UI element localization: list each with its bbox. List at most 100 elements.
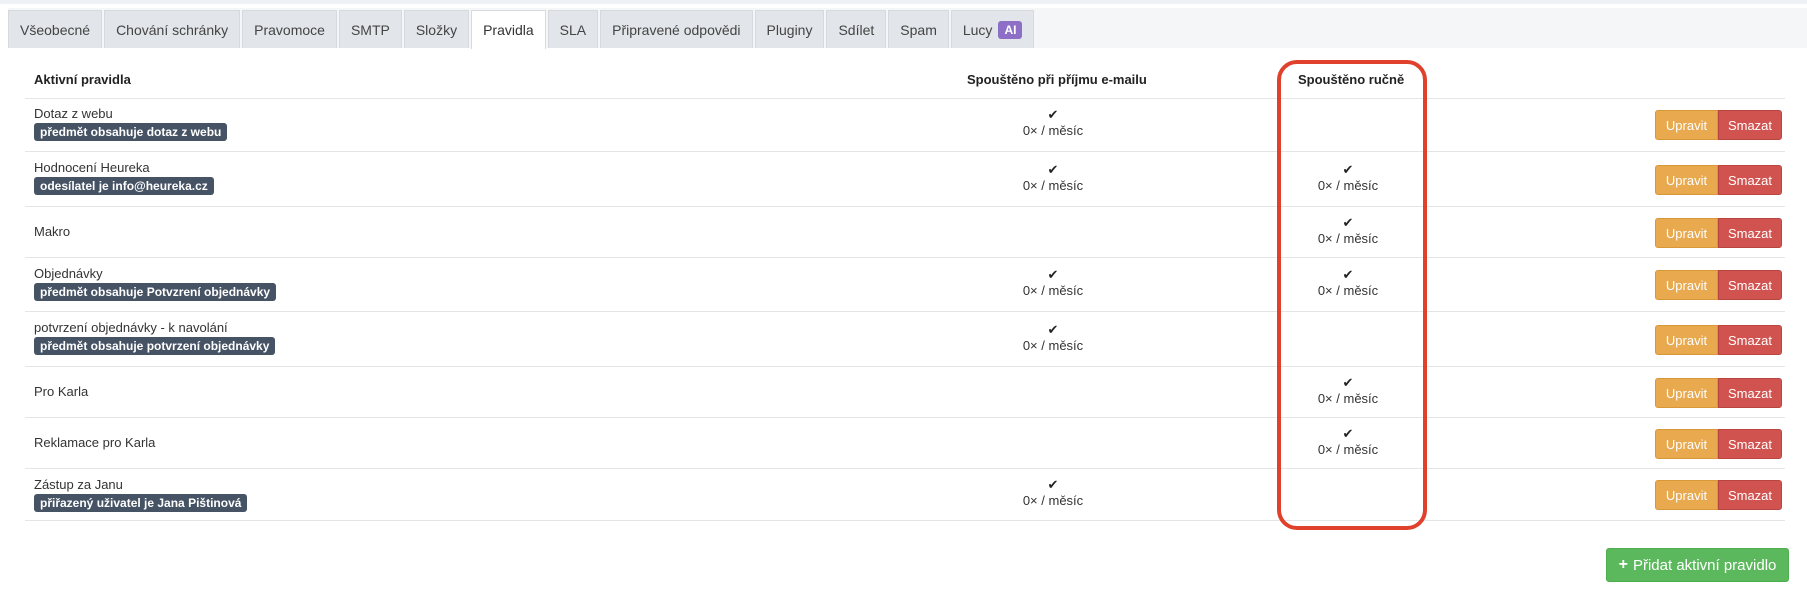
edit-rule-button[interactable]: Upravit: [1655, 218, 1718, 248]
tab-label: Všeobecné: [20, 21, 91, 38]
check-icon: ✔: [1342, 215, 1354, 230]
delete-rule-button[interactable]: Smazat: [1718, 480, 1782, 510]
manual-cell: ✔ 0× / měsíc: [1248, 267, 1448, 299]
manual-cell: ✔ 0× / měsíc: [1248, 162, 1448, 194]
table-row: Makro ✔ 0× / měsíc Upravit Smazat: [25, 207, 1785, 258]
edit-rule-button[interactable]: Upravit: [1655, 429, 1718, 459]
trigger-count: 0× / měsíc: [1022, 283, 1084, 298]
delete-rule-button[interactable]: Smazat: [1718, 325, 1782, 355]
check-icon: ✔: [1342, 162, 1354, 177]
table-row: odesílatel je info@heureka.cz Hodnocení H…: [25, 152, 1785, 207]
tab-10[interactable]: Sdílet: [826, 10, 887, 48]
edit-rule-button[interactable]: Upravit: [1655, 480, 1718, 510]
rule-name: Reklamace pro Karla: [34, 435, 156, 450]
edit-rule-button[interactable]: Upravit: [1655, 270, 1718, 300]
tab-12[interactable]: Lucy AI: [950, 10, 1035, 48]
delete-rule-button[interactable]: Smazat: [1718, 110, 1782, 140]
on-email-cell: ✔ 0× / měsíc: [953, 267, 1153, 299]
trigger-count: 0× / měsíc: [1022, 178, 1084, 193]
table-row: předmět obsahuje Potvzrení objednávky Obj…: [25, 258, 1785, 312]
check-icon: ✔: [1047, 267, 1059, 282]
tab-8[interactable]: Připravené odpovědi: [600, 10, 753, 48]
add-active-rule-button[interactable]: + Přidat aktivní pravidlo: [1606, 548, 1789, 582]
plus-icon: +: [1618, 556, 1628, 573]
table-row: Pro Karla ✔ 0× / měsíc Upravit Smazat: [25, 367, 1785, 418]
edit-rule-button[interactable]: Upravit: [1655, 110, 1718, 140]
trigger-count: 0× / měsíc: [1317, 178, 1379, 193]
manual-cell: ✔ 0× / měsíc: [1248, 426, 1448, 458]
table-row: předmět obsahuje potvrzení objednávky pot…: [25, 312, 1785, 367]
trigger-count: 0× / měsíc: [1022, 338, 1084, 353]
rule-name: Zástup za Janu: [34, 477, 123, 492]
rule-condition-badge: odesílatel je info@heureka.cz: [34, 177, 214, 195]
rule-condition-badge: předmět obsahuje potvrzení objednávky: [34, 337, 276, 355]
table-row: přiřazený uživatel je Jana Pištinová Zást…: [25, 469, 1785, 521]
tab-3[interactable]: Pravomoce: [242, 10, 337, 48]
tab-label: Chování schránky: [116, 21, 229, 38]
tab-6[interactable]: Pravidla: [471, 10, 546, 49]
tab-label: Pluginy: [766, 21, 813, 38]
on-email-cell: ✔ 0× / měsíc: [953, 107, 1153, 139]
tab-4[interactable]: SMTP: [338, 10, 402, 48]
rule-name: Dotaz z webu: [34, 106, 113, 121]
trigger-count: 0× / měsíc: [1022, 123, 1084, 138]
tab-5[interactable]: Složky: [403, 10, 470, 48]
tab-label: Připravené odpovědi: [612, 21, 741, 38]
tab-label: SLA: [559, 21, 587, 38]
rule-condition-badge: předmět obsahuje dotaz z webu: [34, 123, 228, 141]
tab-label: Spam: [900, 21, 937, 38]
tab-label: Pravomoce: [254, 21, 325, 38]
tab-2[interactable]: Chování schránky: [104, 10, 241, 48]
top-border: [0, 0, 1807, 4]
manual-cell: ✔ 0× / měsíc: [1248, 375, 1448, 407]
tab-11[interactable]: Spam: [888, 10, 949, 48]
delete-rule-button[interactable]: Smazat: [1718, 218, 1782, 248]
header-active-rules: Aktivní pravidla: [34, 72, 131, 87]
add-active-rule-label: Přidat aktivní pravidlo: [1632, 556, 1777, 574]
rule-name: Makro: [34, 224, 71, 239]
tab-label: Lucy: [962, 21, 993, 38]
check-icon: ✔: [1342, 375, 1354, 390]
rule-name: Hodnocení Heureka: [34, 160, 150, 175]
on-email-cell: ✔ 0× / měsíc: [953, 322, 1153, 354]
check-icon: ✔: [1047, 322, 1059, 337]
rule-name: Pro Karla: [34, 384, 89, 399]
delete-rule-button[interactable]: Smazat: [1718, 165, 1782, 195]
tab-7[interactable]: SLA: [547, 10, 599, 48]
check-icon: ✔: [1047, 477, 1059, 492]
header-triggered-on-email: Spouštěno při příjmu e-mailu: [967, 72, 1147, 87]
check-icon: ✔: [1047, 107, 1059, 122]
on-email-cell: ✔ 0× / měsíc: [953, 162, 1153, 194]
delete-rule-button[interactable]: Smazat: [1718, 270, 1782, 300]
ai-badge: AI: [998, 20, 1023, 39]
rule-condition-badge: přiřazený uživatel je Jana Pištinová: [34, 494, 248, 512]
tab-1[interactable]: Všeobecné: [8, 10, 103, 48]
check-icon: ✔: [1342, 267, 1354, 282]
delete-rule-button[interactable]: Smazat: [1718, 378, 1782, 408]
delete-rule-button[interactable]: Smazat: [1718, 429, 1782, 459]
edit-rule-button[interactable]: Upravit: [1655, 325, 1718, 355]
tab-label: Pravidla: [483, 22, 534, 38]
rule-name: Objednávky: [34, 266, 103, 281]
check-icon: ✔: [1047, 162, 1059, 177]
edit-rule-button[interactable]: Upravit: [1655, 165, 1718, 195]
rules-table-header: Aktivní pravidla Spouštěno při příjmu e-…: [25, 66, 1785, 99]
settings-tabs: Všeobecné Chování schránky Pravomoce SMTP Sl…: [8, 10, 1036, 49]
tab-label: SMTP: [350, 21, 390, 38]
edit-rule-button[interactable]: Upravit: [1655, 378, 1718, 408]
tab-9[interactable]: Pluginy: [754, 10, 825, 48]
trigger-count: 0× / měsíc: [1317, 391, 1379, 406]
trigger-count: 0× / měsíc: [1317, 442, 1379, 457]
trigger-count: 0× / měsíc: [1317, 283, 1379, 298]
rule-condition-badge: předmět obsahuje Potvzrení objednávky: [34, 283, 277, 301]
tab-label: Složky: [415, 21, 458, 38]
trigger-count: 0× / měsíc: [1317, 231, 1379, 246]
manual-cell: ✔ 0× / měsíc: [1248, 215, 1448, 247]
header-triggered-manually: Spouštěno ručně: [1298, 72, 1405, 87]
table-row: Reklamace pro Karla ✔ 0× / měsíc Upravit Sma…: [25, 418, 1785, 469]
on-email-cell: ✔ 0× / měsíc: [953, 477, 1153, 509]
table-row: předmět obsahuje dotaz z webu Dotaz z web…: [25, 98, 1785, 152]
check-icon: ✔: [1342, 426, 1354, 441]
rule-name: potvrzení objednávky - k navolání: [34, 320, 228, 335]
tab-label: Sdílet: [838, 21, 875, 38]
